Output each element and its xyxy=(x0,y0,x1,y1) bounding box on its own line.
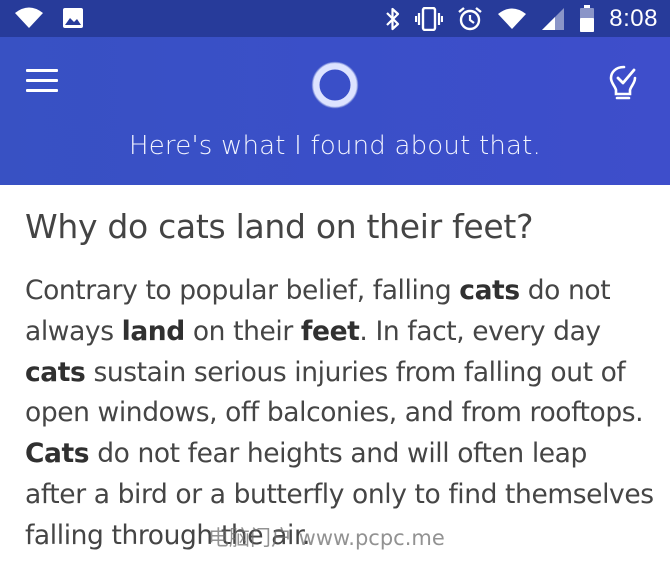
hamburger-menu-line xyxy=(26,89,58,92)
answer-keyword: Cats xyxy=(25,438,90,470)
cortana-ring-icon xyxy=(311,61,359,109)
assistant-header: Here's what I found about that. xyxy=(0,37,670,185)
battery-icon xyxy=(579,5,595,33)
bluetooth-icon xyxy=(385,6,401,32)
cortana-button[interactable] xyxy=(311,61,359,109)
answer-text-segment: on their xyxy=(184,315,301,347)
answer-paragraph: Contrary to popular belief, falling cats… xyxy=(25,271,655,557)
vibrate-icon xyxy=(415,7,444,31)
answer-card: Why do cats land on their feet? Contrary… xyxy=(25,185,655,557)
notebook-lightbulb-icon xyxy=(609,65,637,100)
alarm-icon xyxy=(457,6,483,32)
status-left-icons xyxy=(14,6,84,30)
hamburger-menu-icon xyxy=(26,69,58,72)
wifi-icon xyxy=(14,6,44,30)
status-right-icons: 8:08 xyxy=(385,4,658,34)
wifi-signal-icon xyxy=(497,7,527,31)
answer-text-segment: . In fact, every day xyxy=(359,315,601,347)
watermark-text: 电脑门户 www.pcpc.me xyxy=(208,526,445,550)
answer-keyword: cats xyxy=(25,356,86,388)
answer-keyword: land xyxy=(121,315,186,347)
answer-text-segment: Contrary to popular belief, falling xyxy=(25,275,460,306)
status-time: 8:08 xyxy=(609,5,658,32)
cell-signal-icon xyxy=(541,7,565,31)
notebook-button[interactable] xyxy=(604,63,644,103)
header-message: Here's what I found about that. xyxy=(128,131,542,161)
hamburger-menu-button[interactable] xyxy=(22,65,62,99)
answer-keyword: cats xyxy=(459,275,520,306)
status-bar: 8:08 xyxy=(0,0,670,37)
answer-keyword: feet xyxy=(300,315,360,347)
answer-text-segment: sustain serious injuries from falling ou… xyxy=(25,356,644,429)
question-title: Why do cats land on their feet? xyxy=(25,207,534,246)
hamburger-menu-line xyxy=(26,79,58,82)
image-notification-icon xyxy=(62,7,84,29)
